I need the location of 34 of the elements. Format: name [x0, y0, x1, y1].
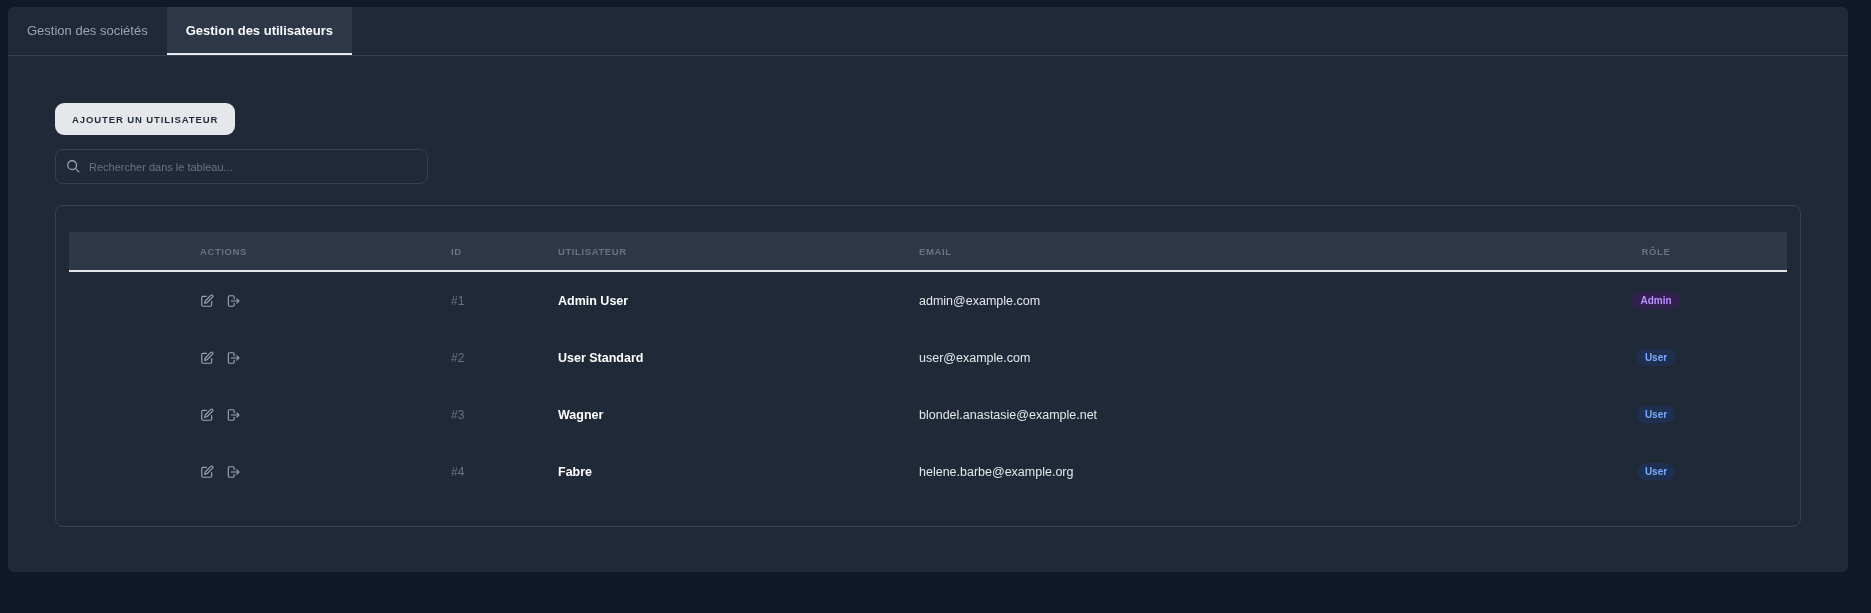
user-id: #3	[451, 407, 465, 422]
user-email: helene.barbe@example.org	[919, 464, 1074, 479]
user-id: #2	[451, 350, 465, 365]
tab[interactable]: Gestion des utilisateurs	[166, 7, 353, 55]
edit-icon[interactable]	[200, 407, 214, 422]
user-name: Fabre	[558, 464, 593, 479]
edit-icon[interactable]	[200, 464, 214, 479]
column-header: ACTIONS	[200, 245, 247, 257]
user-name: User Standard	[558, 350, 644, 365]
user-name: Wagner	[558, 407, 604, 422]
user-id: #4	[451, 464, 465, 479]
edit-icon[interactable]	[200, 350, 214, 365]
user-email: user@example.com	[919, 350, 1031, 365]
column-header: EMAIL	[919, 245, 952, 257]
role-badge: User	[1636, 463, 1676, 480]
exit-arrow-icon[interactable]	[226, 350, 240, 365]
exit-arrow-icon[interactable]	[226, 293, 240, 308]
search-icon	[66, 159, 80, 173]
role-badge: User	[1636, 406, 1676, 423]
user-id: #1	[451, 293, 465, 308]
user-email: admin@example.com	[919, 293, 1041, 308]
user-name: Admin User	[558, 293, 629, 308]
user-email: blondel.anastasie@example.net	[919, 407, 1098, 422]
role-badge: User	[1636, 349, 1676, 366]
column-header: RÔLE	[1641, 245, 1671, 257]
role-badge: Admin	[1632, 292, 1680, 309]
edit-icon[interactable]	[200, 293, 214, 308]
tab[interactable]: Gestion des sociétés	[8, 7, 167, 55]
search-field[interactable]: Rechercher dans le tableau...	[55, 149, 428, 184]
exit-arrow-icon[interactable]	[226, 464, 240, 479]
column-header: ID	[451, 245, 462, 257]
add-user-button[interactable]: AJOUTER UN UTILISATEUR	[55, 103, 236, 135]
column-header: UTILISATEUR	[558, 245, 627, 257]
exit-arrow-icon[interactable]	[226, 407, 240, 422]
